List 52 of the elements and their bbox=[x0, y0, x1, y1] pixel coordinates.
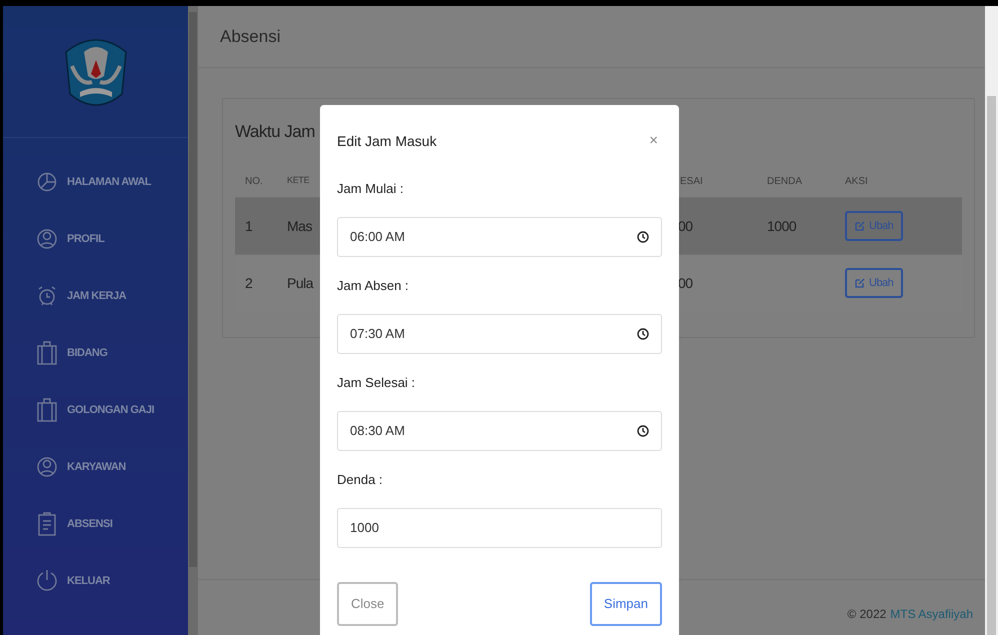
table-cell-text: 1 bbox=[245, 217, 252, 236]
save-button[interactable]: Simpan bbox=[590, 582, 662, 626]
suitcase-icon bbox=[37, 341, 57, 365]
page-title: Absensi bbox=[220, 26, 280, 48]
column-header: ESAI bbox=[680, 174, 703, 188]
table-cell-text: Pula bbox=[287, 274, 314, 293]
sidebar-item[interactable]: JAM KERJA bbox=[37, 284, 188, 308]
input-field[interactable]: 06:00 AM bbox=[337, 217, 662, 257]
sidebar-item[interactable]: HALAMAN AWAL bbox=[37, 170, 188, 194]
field-label: Jam Absen : bbox=[337, 277, 410, 296]
card-title: Waktu Jam bbox=[235, 121, 315, 144]
alarm-clock-icon bbox=[37, 284, 57, 308]
footer-link[interactable]: MTS Asyafiiyah bbox=[890, 605, 973, 623]
clock-icon[interactable] bbox=[637, 425, 649, 437]
table-cell-text: 1000 bbox=[767, 217, 796, 236]
field-label: Jam Selesai : bbox=[337, 374, 416, 392]
column-header: DENDA bbox=[767, 174, 802, 188]
sidebar-item[interactable]: KARYAWAN bbox=[37, 455, 188, 479]
table-cell-text: 2 bbox=[245, 274, 252, 293]
table-cell-text: 00 bbox=[678, 217, 693, 236]
close-button[interactable]: Close bbox=[337, 582, 398, 626]
edit-icon bbox=[855, 221, 865, 231]
input-field[interactable]: 08:30 AM bbox=[337, 411, 662, 451]
field-label: Denda : bbox=[337, 471, 384, 490]
column-header: KETE bbox=[287, 174, 310, 188]
table-cell-text: Mas bbox=[287, 217, 312, 236]
edit-icon bbox=[855, 278, 865, 288]
pie-chart-icon bbox=[37, 170, 57, 194]
power-icon bbox=[37, 569, 57, 593]
field-label: Jam Mulai : bbox=[337, 180, 404, 198]
sidebar-item[interactable]: KELUAR bbox=[37, 569, 188, 593]
modal-title: Edit Jam Masuk bbox=[337, 132, 437, 150]
sidebar-item[interactable]: ABSENSI bbox=[37, 512, 188, 536]
input-field[interactable]: 1000 bbox=[337, 508, 662, 548]
clipboard-icon bbox=[37, 512, 57, 536]
clock-icon[interactable] bbox=[637, 231, 649, 243]
column-header: NO. bbox=[245, 174, 263, 188]
clock-icon[interactable] bbox=[637, 328, 649, 340]
scrollbar[interactable] bbox=[188, 6, 198, 635]
edit-button[interactable]: Ubah bbox=[845, 268, 904, 298]
column-header: AKSI bbox=[845, 174, 868, 188]
input-field[interactable]: 07:30 AM bbox=[337, 314, 662, 354]
sidebar-item[interactable]: GOLONGAN GAJI bbox=[37, 398, 188, 422]
table-cell-text: 00 bbox=[678, 274, 693, 293]
sidebar-item[interactable]: BIDANG bbox=[37, 341, 188, 365]
scrollbar[interactable] bbox=[985, 6, 998, 635]
user-icon bbox=[37, 455, 57, 479]
copyright-text: © 2022 bbox=[847, 606, 886, 623]
close-button[interactable]: × bbox=[649, 130, 662, 152]
user-icon bbox=[37, 227, 57, 251]
sidebar-item[interactable]: PROFIL bbox=[37, 227, 188, 251]
suitcase-icon bbox=[37, 398, 57, 422]
